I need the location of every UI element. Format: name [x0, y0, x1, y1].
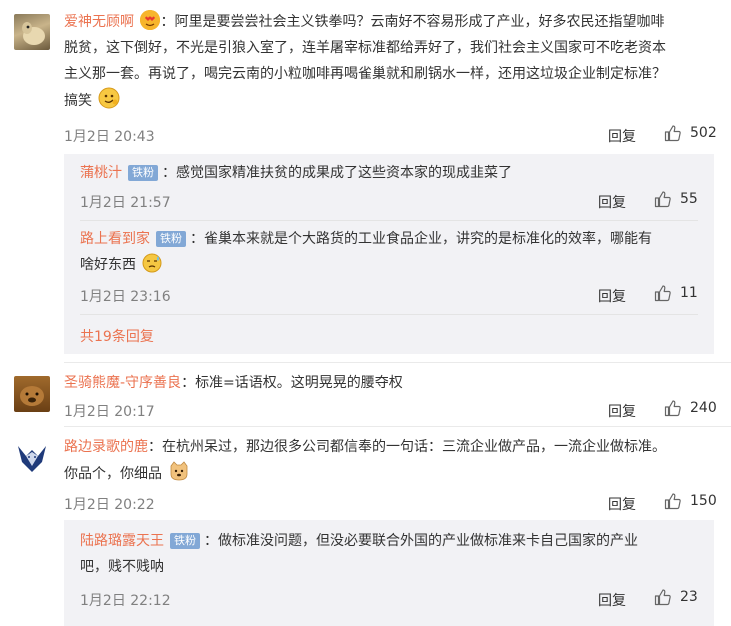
- avatar[interactable]: [14, 376, 50, 412]
- comment: 圣骑熊魔-守序善良：标准=话语权。这明晃晃的腰夺权 1月2日 20:17 回复 …: [0, 362, 731, 426]
- reply-username[interactable]: 陆路璐露天王: [80, 533, 164, 549]
- reply-text-line: 做标准没问题，但没必要联合外国的产业做标准来卡自己国家的产业: [218, 533, 638, 549]
- comment: 路边录歌的鹿：在杭州呆过，那边很多公司都信奉的一句话：三流企业做产品，一流企业做…: [0, 426, 731, 626]
- comment-timestamp: 1月2日 20:17: [64, 404, 155, 420]
- thumbs-up-icon: [654, 285, 671, 302]
- comment-text-line: 你品个，你细品: [64, 466, 162, 482]
- reply-thread: 蒲桃汁 铁粉 ：感觉国家精准扶贫的成果成了这些资本家的现成韭菜了 1月2日 21:5…: [64, 154, 714, 354]
- divider: [80, 220, 698, 221]
- thumbs-up-icon: [654, 191, 671, 208]
- reply-text-line: 吧，贱不贱呐: [80, 559, 164, 575]
- reply-text-line: 雀巢本来就是个大路货的工业食品企业，讲究的是标准化的效率，哪能有: [204, 231, 652, 247]
- reply-username[interactable]: 路上看到家: [80, 231, 150, 247]
- reply-body: 蒲桃汁 铁粉 ：感觉国家精准扶贫的成果成了这些资本家的现成韭菜了: [80, 165, 512, 181]
- reply-timestamp: 1月2日 23:16: [80, 289, 171, 305]
- comment-text-line: 搞笑: [64, 93, 92, 109]
- comment-text-line: 标准=话语权。这明晃晃的腰夺权: [195, 375, 403, 391]
- thumbs-up-icon: [664, 493, 681, 510]
- like-count: 502: [690, 125, 717, 141]
- thumbs-up-icon: [664, 125, 681, 142]
- like-button[interactable]: 502: [664, 124, 717, 142]
- like-button[interactable]: 150: [664, 492, 717, 510]
- reply-button[interactable]: 回复: [598, 590, 626, 610]
- reply-timestamp: 1月2日 21:57: [80, 195, 171, 211]
- comment-text-line: 脱贫，这下倒好，不光是引狼入室了，连羊屠宰标准都给弄好了，我们社会主义国家可不吃…: [64, 40, 666, 56]
- comment-text-line: 阿里是要尝尝社会主义铁拳吗？云南好不容易形成了产业，好多农民还指望咖啡: [174, 14, 665, 30]
- comment-text-line: 在杭州呆过，那边很多公司都信奉的一句话：三流企业做产品，一流企业做标准。: [162, 439, 666, 455]
- like-count: 11: [680, 285, 698, 301]
- comment-username[interactable]: 圣骑熊魔-守序善良: [64, 375, 181, 391]
- like-count: 23: [680, 589, 698, 605]
- reply-text-line: 感觉国家精准扶贫的成果成了这些资本家的现成韭菜了: [176, 165, 512, 181]
- like-button[interactable]: 55: [654, 190, 698, 208]
- like-count: 240: [690, 400, 717, 416]
- fan-badge: 铁粉: [156, 231, 186, 247]
- fan-badge: 铁粉: [128, 165, 158, 181]
- like-count: 55: [680, 191, 698, 207]
- reply-username[interactable]: 蒲桃汁: [80, 165, 122, 181]
- comment-text-line: 主义那一套。再说了，喝完云南的小粒咖啡再喝雀巢就和刷锅水一样，还用这垃圾企业制定…: [64, 66, 666, 82]
- dog-emoji-icon: [168, 460, 188, 481]
- avatar[interactable]: [14, 14, 50, 50]
- reply-button[interactable]: 回复: [608, 126, 636, 146]
- comment: 爱神无顾啊 ：阿里是要尝尝社会主义铁拳吗？云南好不容易形成了产业，好多农民还指望…: [0, 0, 731, 360]
- reply-button[interactable]: 回复: [598, 286, 626, 306]
- thumbs-up-icon: [664, 400, 681, 417]
- fan-badge: 铁粉: [170, 533, 200, 549]
- comment-body: 圣骑熊魔-守序善良：标准=话语权。这明晃晃的腰夺权: [64, 375, 403, 391]
- avatar[interactable]: [14, 440, 50, 476]
- comment-username[interactable]: 路边录歌的鹿: [64, 439, 148, 455]
- divider: [80, 314, 698, 315]
- like-button[interactable]: 11: [654, 284, 698, 302]
- heart-emoji-icon: [140, 10, 161, 30]
- like-button[interactable]: 23: [654, 588, 698, 606]
- reply-thread: 陆路璐露天王 铁粉 ：做标准没问题，但没必要联合外国的产业做标准来卡自己国家的产业 …: [64, 520, 714, 626]
- comment-timestamp: 1月2日 20:22: [64, 497, 155, 513]
- reply-text-line: 啥好东西: [80, 257, 136, 273]
- comment-body: 路边录歌的鹿：在杭州呆过，那边很多公司都信奉的一句话：三流企业做产品，一流企业做…: [64, 439, 666, 482]
- smirk-emoji-icon: [98, 87, 120, 109]
- reply-button[interactable]: 回复: [598, 192, 626, 212]
- sweat-emoji-icon: [142, 253, 162, 273]
- reply-button[interactable]: 回复: [608, 401, 636, 421]
- like-count: 150: [690, 493, 717, 509]
- reply-timestamp: 1月2日 22:12: [80, 593, 171, 609]
- reply-body: 路上看到家 铁粉 ：雀巢本来就是个大路货的工业食品企业，讲究的是标准化的效率，哪能有…: [80, 231, 652, 273]
- comment-username[interactable]: 爱神无顾啊: [64, 14, 134, 30]
- avatar-image: [18, 446, 46, 472]
- like-button[interactable]: 240: [664, 399, 717, 417]
- comment-body: 爱神无顾啊 ：阿里是要尝尝社会主义铁拳吗？云南好不容易形成了产业，好多农民还指望…: [64, 9, 713, 114]
- thumbs-up-icon: [654, 589, 671, 606]
- comment-timestamp: 1月2日 20:43: [64, 129, 155, 145]
- reply-button[interactable]: 回复: [608, 494, 636, 514]
- avatar-image: [22, 22, 45, 45]
- avatar-image: [20, 386, 44, 406]
- reply-body: 陆路璐露天王 铁粉 ：做标准没问题，但没必要联合外国的产业做标准来卡自己国家的产业 …: [80, 533, 638, 575]
- view-more-replies-link[interactable]: 共19条回复: [80, 326, 154, 346]
